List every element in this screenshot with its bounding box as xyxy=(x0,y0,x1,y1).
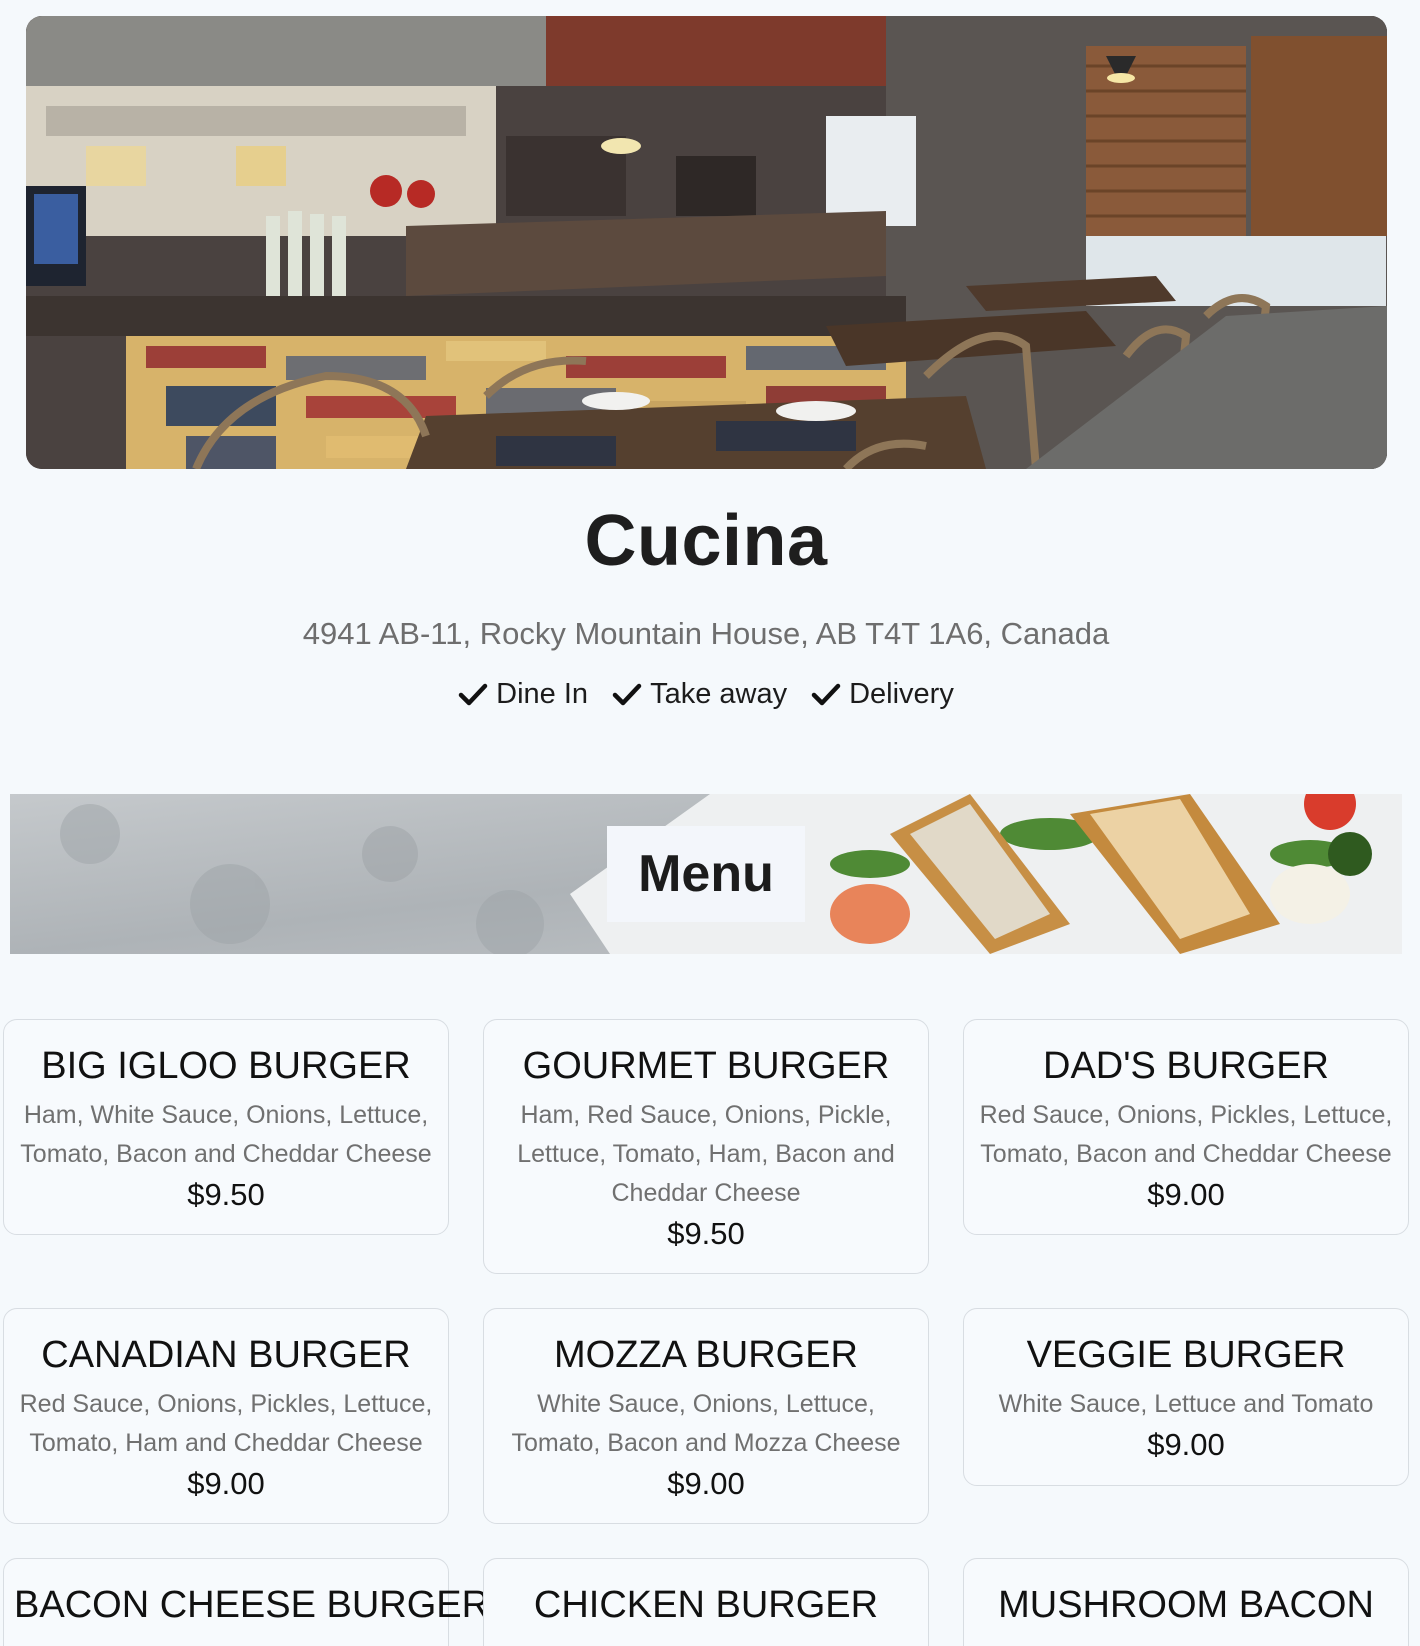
menu-item-name: BIG IGLOO BURGER xyxy=(41,1045,411,1087)
service-label: Dine In xyxy=(496,678,589,710)
restaurant-address: 4941 AB-11, Rocky Mountain House, AB T4T… xyxy=(302,616,1110,651)
menu-item-description: Red Sauce, Onions, Pickles, Lettuce, Tom… xyxy=(979,1101,1393,1168)
menu-item-name: DAD'S BURGER xyxy=(1043,1045,1329,1087)
service-label: Delivery xyxy=(849,678,954,710)
menu-item-price: $9.00 xyxy=(667,1466,745,1501)
restaurant-hero-image xyxy=(26,16,1387,469)
menu-item-name: CANADIAN BURGER xyxy=(41,1334,411,1376)
check-icon xyxy=(811,683,841,705)
menu-item-price: $9.50 xyxy=(667,1216,745,1251)
menu-item-name: MUSHROOM BACON xyxy=(998,1584,1374,1626)
menu-item-card[interactable]: DAD'S BURGER Red Sauce, Onions, Pickles,… xyxy=(963,1019,1409,1235)
service-options: Dine In Take away Delivery xyxy=(0,678,1412,711)
menu-item-card[interactable]: MUSHROOM BACON xyxy=(963,1558,1409,1646)
menu-item-price: $9.00 xyxy=(1147,1427,1225,1462)
restaurant-name: Cucina xyxy=(584,501,828,581)
menu-item-description: Ham, White Sauce, Onions, Lettuce, Tomat… xyxy=(20,1101,432,1168)
service-delivery: Delivery xyxy=(811,678,954,711)
menu-item-card[interactable]: GOURMET BURGER Ham, Red Sauce, Onions, P… xyxy=(483,1019,929,1274)
menu-item-price: $9.00 xyxy=(187,1466,265,1501)
menu-heading: Menu xyxy=(607,826,805,922)
service-label: Take away xyxy=(650,678,788,710)
menu-item-card[interactable]: BIG IGLOO BURGER Ham, White Sauce, Onion… xyxy=(3,1019,449,1235)
menu-item-name: GOURMET BURGER xyxy=(522,1045,890,1087)
menu-item-price: $9.50 xyxy=(187,1177,265,1212)
menu-item-card[interactable]: CHICKEN BURGER xyxy=(483,1558,929,1646)
menu-item-name: MOZZA BURGER xyxy=(553,1334,859,1376)
menu-item-description: White Sauce, Onions, Lettuce, Tomato, Ba… xyxy=(511,1390,901,1457)
menu-item-description: Ham, Red Sauce, Onions, Pickle, Lettuce,… xyxy=(517,1101,895,1207)
restaurant-page: Cucina 4941 AB-11, Rocky Mountain House,… xyxy=(0,0,1420,1646)
menu-item-card[interactable]: VEGGIE BURGER White Sauce, Lettuce and T… xyxy=(963,1308,1409,1486)
menu-item-price: $9.00 xyxy=(1147,1177,1225,1212)
menu-item-card[interactable]: BACON CHEESE BURGER xyxy=(3,1558,490,1646)
menu-item-name: VEGGIE BURGER xyxy=(1026,1334,1346,1376)
check-icon xyxy=(458,683,488,705)
service-dine-in: Dine In xyxy=(458,678,588,711)
menu-item-description: Red Sauce, Onions, Pickles, Lettuce, Tom… xyxy=(19,1390,433,1457)
check-icon xyxy=(612,683,642,705)
menu-item-name: CHICKEN BURGER xyxy=(533,1584,879,1626)
menu-item-description: White Sauce, Lettuce and Tomato xyxy=(998,1390,1374,1418)
menu-item-card[interactable]: MOZZA BURGER White Sauce, Onions, Lettuc… xyxy=(483,1308,929,1524)
menu-item-name: BACON CHEESE BURGER xyxy=(14,1584,490,1626)
service-take-away: Take away xyxy=(612,678,787,711)
menu-item-card[interactable]: CANADIAN BURGER Red Sauce, Onions, Pickl… xyxy=(3,1308,449,1524)
